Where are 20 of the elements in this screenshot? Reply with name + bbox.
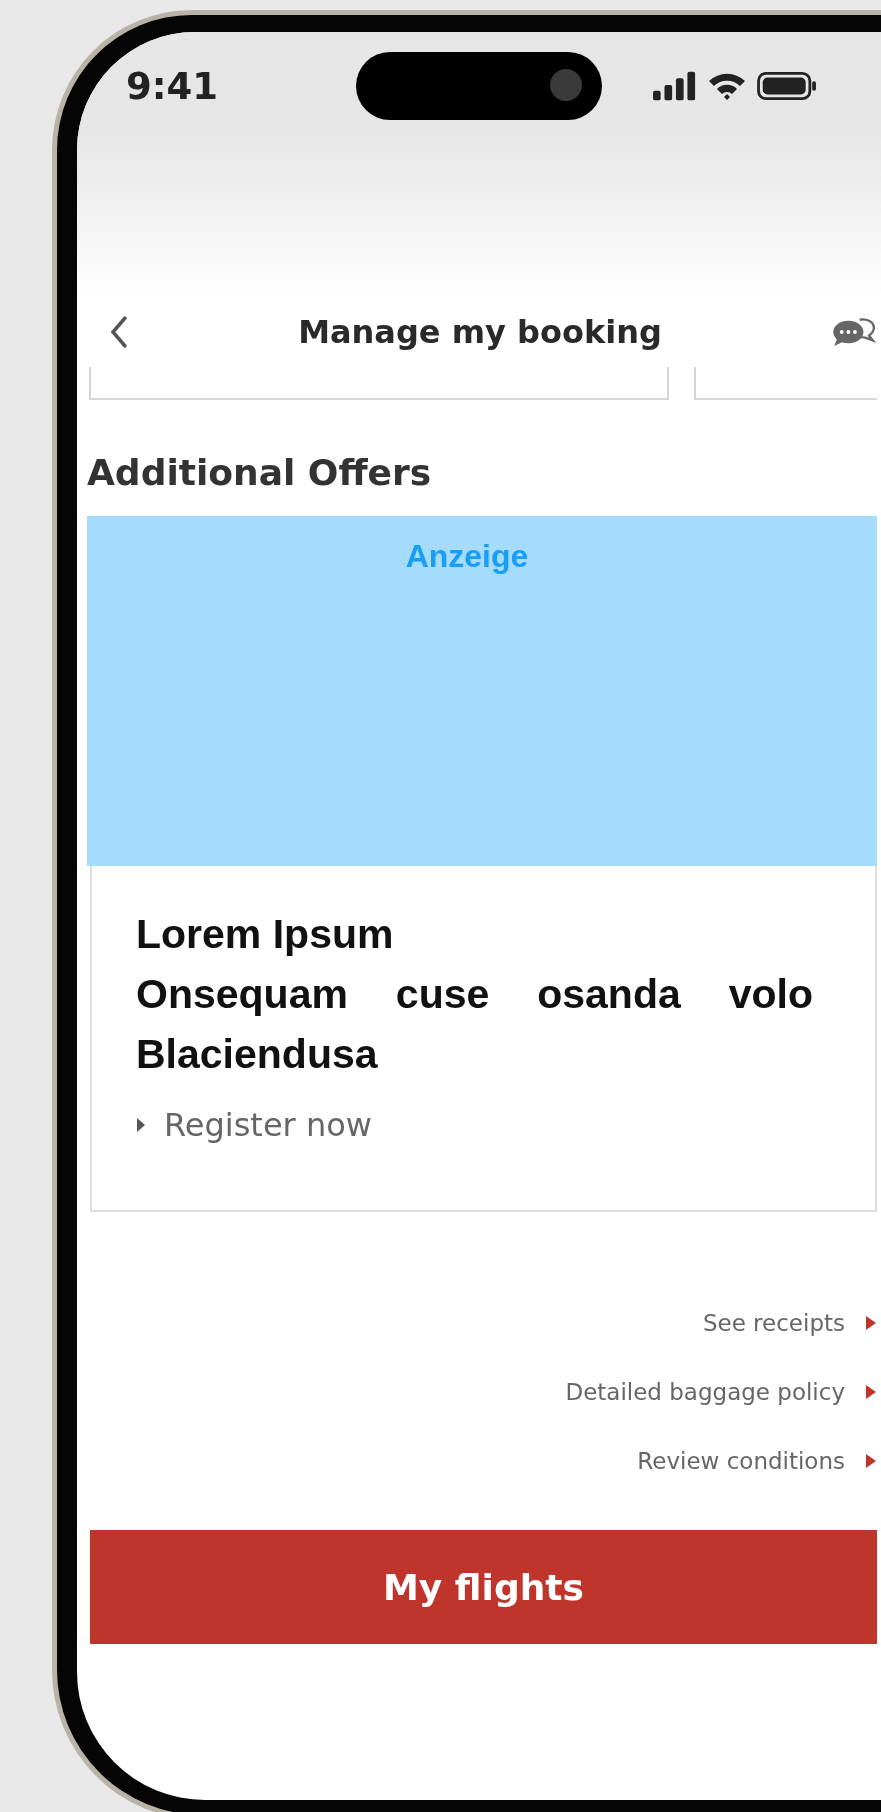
signal-icon bbox=[653, 71, 697, 101]
ad-label: Anzeige bbox=[405, 538, 529, 575]
register-link[interactable]: Register now bbox=[164, 1106, 372, 1144]
text-link[interactable]: See receipts bbox=[702, 1310, 845, 1336]
text-link[interactable]: Detailed baggage policy bbox=[565, 1379, 845, 1405]
status-time: 9:41 bbox=[126, 64, 220, 108]
battery-icon bbox=[757, 72, 817, 100]
offer-text: Onsequam cuse osanda volo Blaciendusa bbox=[136, 970, 813, 1079]
triangle-icon bbox=[865, 1384, 877, 1400]
section-heading: Additional Offers bbox=[87, 452, 433, 495]
text-link[interactable]: Review conditions bbox=[637, 1448, 845, 1474]
triangle-icon bbox=[865, 1315, 877, 1331]
triangle-icon bbox=[865, 1453, 877, 1469]
my-flights-button[interactable]: My flights bbox=[90, 1530, 877, 1644]
wifi-icon bbox=[707, 71, 747, 101]
page-title: Manage my booking bbox=[297, 313, 663, 351]
back-icon[interactable] bbox=[109, 315, 129, 349]
offer-title: Lorem Ipsum bbox=[136, 910, 395, 959]
chat-icon[interactable] bbox=[831, 316, 877, 348]
triangle-icon bbox=[136, 1117, 146, 1133]
